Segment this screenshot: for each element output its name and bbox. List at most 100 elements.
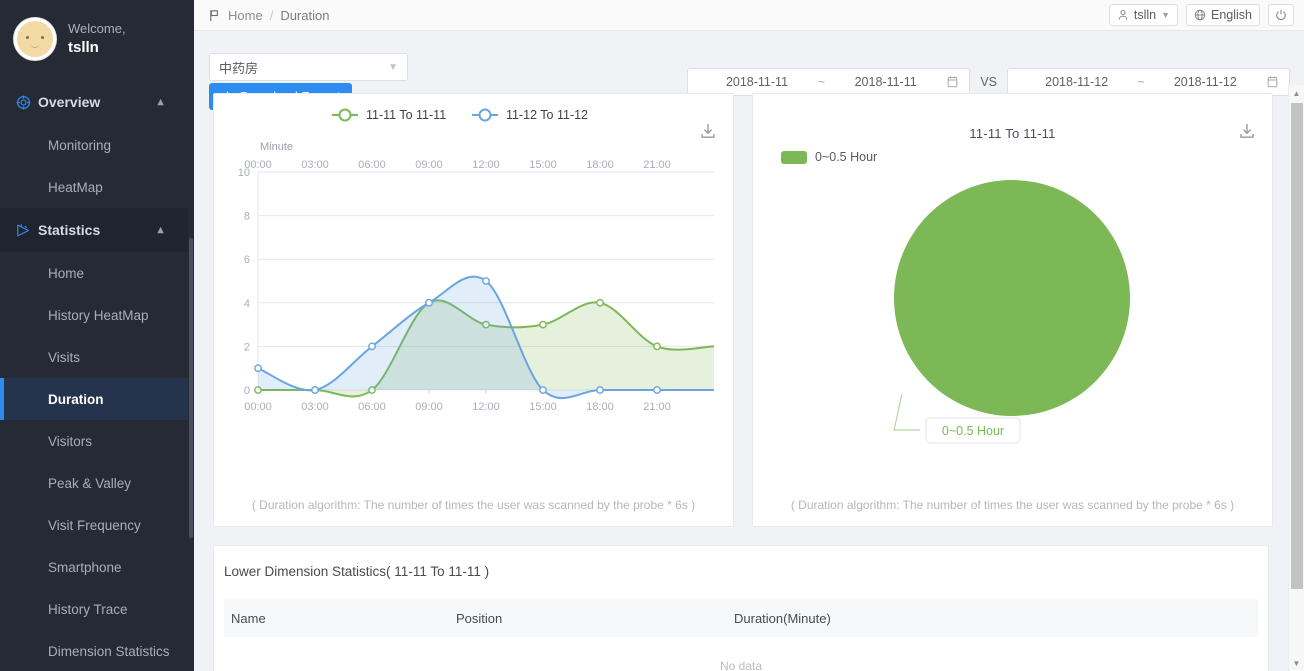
scroll-down-arrow-icon[interactable]: ▼	[1289, 655, 1304, 671]
sidebar-group-overview[interactable]: Overview ▼	[0, 80, 188, 124]
date-range-b-start[interactable]: 2018-11-12	[1018, 75, 1135, 89]
svg-text:12:00: 12:00	[472, 159, 500, 171]
location-select-value: 中药房	[219, 60, 259, 76]
svg-text:18:00: 18:00	[586, 159, 614, 171]
flag-icon	[208, 9, 221, 22]
svg-text:15:00: 15:00	[529, 159, 557, 171]
sidebar-group-label-statistics: Statistics	[38, 222, 101, 238]
scroll-up-arrow-icon[interactable]: ▲	[1289, 85, 1304, 101]
sidebar-item-label: Visitors	[48, 433, 93, 449]
chevron-up-icon: ▼	[155, 224, 166, 236]
user-profile[interactable]: Welcome, tslln	[0, 0, 188, 80]
sidebar-item-visitors[interactable]: Visitors	[0, 420, 188, 462]
download-chart-icon[interactable]	[699, 122, 717, 140]
sidebar-item-label: Visits	[48, 349, 81, 365]
svg-text:15:00: 15:00	[529, 401, 557, 413]
sidebar-item-smartphone[interactable]: Smartphone	[0, 546, 188, 588]
welcome-text: Welcome, tslln	[68, 20, 126, 58]
content-scroll: 11-11 To 11-11 11-12 To 11-12 Minute 00:00 0…	[194, 93, 1288, 671]
date-range-a-end[interactable]: 2018-11-11	[827, 75, 944, 89]
calendar-icon[interactable]	[1266, 75, 1279, 89]
svg-text:21:00: 21:00	[643, 159, 671, 171]
duration-distribution-chart: 0~0.5 Hour	[893, 180, 1130, 444]
sidebar-item-label: Peak & Valley	[48, 475, 132, 491]
calendar-icon[interactable]	[946, 75, 959, 89]
user-menu-button[interactable]: tslln ▼	[1108, 4, 1178, 26]
pie-chart-title: 11-11 To 11-11	[969, 126, 1056, 141]
date-range-b-end[interactable]: 2018-11-12	[1147, 75, 1264, 89]
sidebar-item-duration[interactable]: Duration	[0, 378, 188, 420]
vs-label: VS	[980, 75, 997, 89]
chevron-down-icon: ▼	[1161, 10, 1170, 20]
date-range-a-start[interactable]: 2018-11-11	[698, 75, 815, 89]
sidebar-item-history-heatmap[interactable]: History HeatMap	[0, 294, 188, 336]
breadcrumb-separator: /	[269, 7, 274, 23]
location-select[interactable]: 中药房 ▼	[209, 53, 408, 81]
svg-text:12:00: 12:00	[472, 401, 500, 413]
breadcrumb-home[interactable]: Home	[228, 8, 263, 23]
language-button[interactable]: English	[1186, 4, 1260, 26]
download-chart-icon[interactable]	[1238, 122, 1256, 140]
topbar: Home / Duration tslln ▼ English	[194, 0, 1304, 31]
sidebar-item-label: Home	[48, 265, 85, 281]
chevron-up-icon: ▼	[155, 96, 166, 108]
duration-note-left: ( Duration algorithm: The number of time…	[251, 497, 696, 512]
svg-text:10: 10	[238, 167, 250, 179]
svg-text:00:00: 00:00	[244, 401, 272, 413]
table-empty-text: No data	[719, 659, 763, 671]
duration-note-right: ( Duration algorithm: The number of time…	[790, 497, 1235, 512]
sidebar-item-label: Smartphone	[48, 559, 122, 575]
content-scrollbar-thumb[interactable]	[1291, 103, 1303, 589]
svg-text:03:00: 03:00	[301, 401, 329, 413]
content-scrollbar[interactable]: ▲ ▼	[1288, 85, 1304, 671]
sidebar-item-monitoring[interactable]: Monitoring	[0, 124, 188, 166]
breadcrumb-duration: Duration	[280, 7, 330, 23]
main-area: Home / Duration tslln ▼ English 中药房 ▼ 20…	[194, 0, 1304, 671]
date-range-a[interactable]: 2018-11-11 ~ 2018-11-11	[687, 68, 971, 96]
sidebar-item-home[interactable]: Home	[0, 252, 188, 294]
svg-text:09:00: 09:00	[415, 159, 443, 171]
chevron-down-icon: ▼	[388, 61, 398, 73]
svg-text:06:00: 06:00	[358, 401, 386, 413]
breadcrumb: Home / Duration	[208, 8, 329, 23]
sidebar-item-heatmap[interactable]: HeatMap	[0, 166, 188, 208]
table-column-duration: Duration(Minute)	[734, 610, 831, 626]
avatar	[14, 18, 56, 60]
sidebar-item-label: HeatMap	[48, 179, 103, 195]
table-column-position: Position	[456, 610, 503, 626]
sidebar-item-dimension-statistics[interactable]: Dimension Statistics	[0, 630, 188, 671]
svg-text:09:00: 09:00	[415, 401, 443, 413]
svg-text:03:00: 03:00	[301, 159, 329, 171]
date-range-b-tilde: ~	[1137, 75, 1145, 89]
sidebar-group-statistics[interactable]: Statistics ▼	[0, 208, 188, 252]
svg-text:Minute: Minute	[260, 141, 293, 153]
pie-callout-label: 0~0.5 Hour	[942, 424, 1004, 438]
power-button[interactable]	[1268, 4, 1294, 26]
user-menu-label: tslln	[1133, 8, 1157, 22]
table-header-row: Name Position Duration(Minute)	[224, 599, 1258, 637]
sidebar-item-visits[interactable]: Visits	[0, 336, 188, 378]
sidebar-scrollbar-thumb[interactable]	[189, 238, 193, 538]
svg-text:8: 8	[244, 211, 250, 223]
duration-trend-card: 11-11 To 11-11 11-12 To 11-12 Minute 00:00 0…	[213, 93, 734, 527]
filter-bar: 中药房 ▼ Download Report 2018-11-11 ~ 2018-…	[194, 31, 1304, 110]
sidebar-item-peak-and-valley[interactable]: Peak & Valley	[0, 462, 188, 504]
pie-slice[interactable]	[894, 180, 1130, 416]
pie-legend-item[interactable]: 0~0.5 Hour	[781, 150, 877, 164]
date-range-b[interactable]: 2018-11-12 ~ 2018-11-12	[1007, 68, 1290, 96]
date-compare-row: 2018-11-11 ~ 2018-11-11 VS 2018-11-12 ~ …	[687, 68, 1290, 96]
svg-text:4: 4	[244, 298, 250, 310]
duration-distribution-card: 11-11 To 11-11 0~0.5 Hour 0~0.5 Hour ( D…	[752, 93, 1273, 527]
sidebar: Welcome, tslln Overview ▼ Monitoring Hea…	[0, 0, 194, 671]
table-column-name: Name	[231, 610, 266, 626]
sidebar-item-visit-frequency[interactable]: Visit Frequency	[0, 504, 188, 546]
lower-dimension-table: Name Position Duration(Minute) No data	[224, 599, 1258, 671]
topbar-actions: tslln ▼ English	[1108, 4, 1294, 26]
svg-text:21:00: 21:00	[643, 401, 671, 413]
globe-icon	[1194, 9, 1206, 21]
lower-dimension-title: Lower Dimension Statistics( 11-11 To 11-…	[224, 564, 490, 579]
charts-row: 11-11 To 11-11 11-12 To 11-12 Minute 00:00 0…	[194, 93, 1288, 527]
svg-text:0: 0	[244, 385, 250, 397]
sidebar-item-history-trace[interactable]: History Trace	[0, 588, 188, 630]
sidebar-item-label: Dimension Statistics	[48, 643, 170, 659]
